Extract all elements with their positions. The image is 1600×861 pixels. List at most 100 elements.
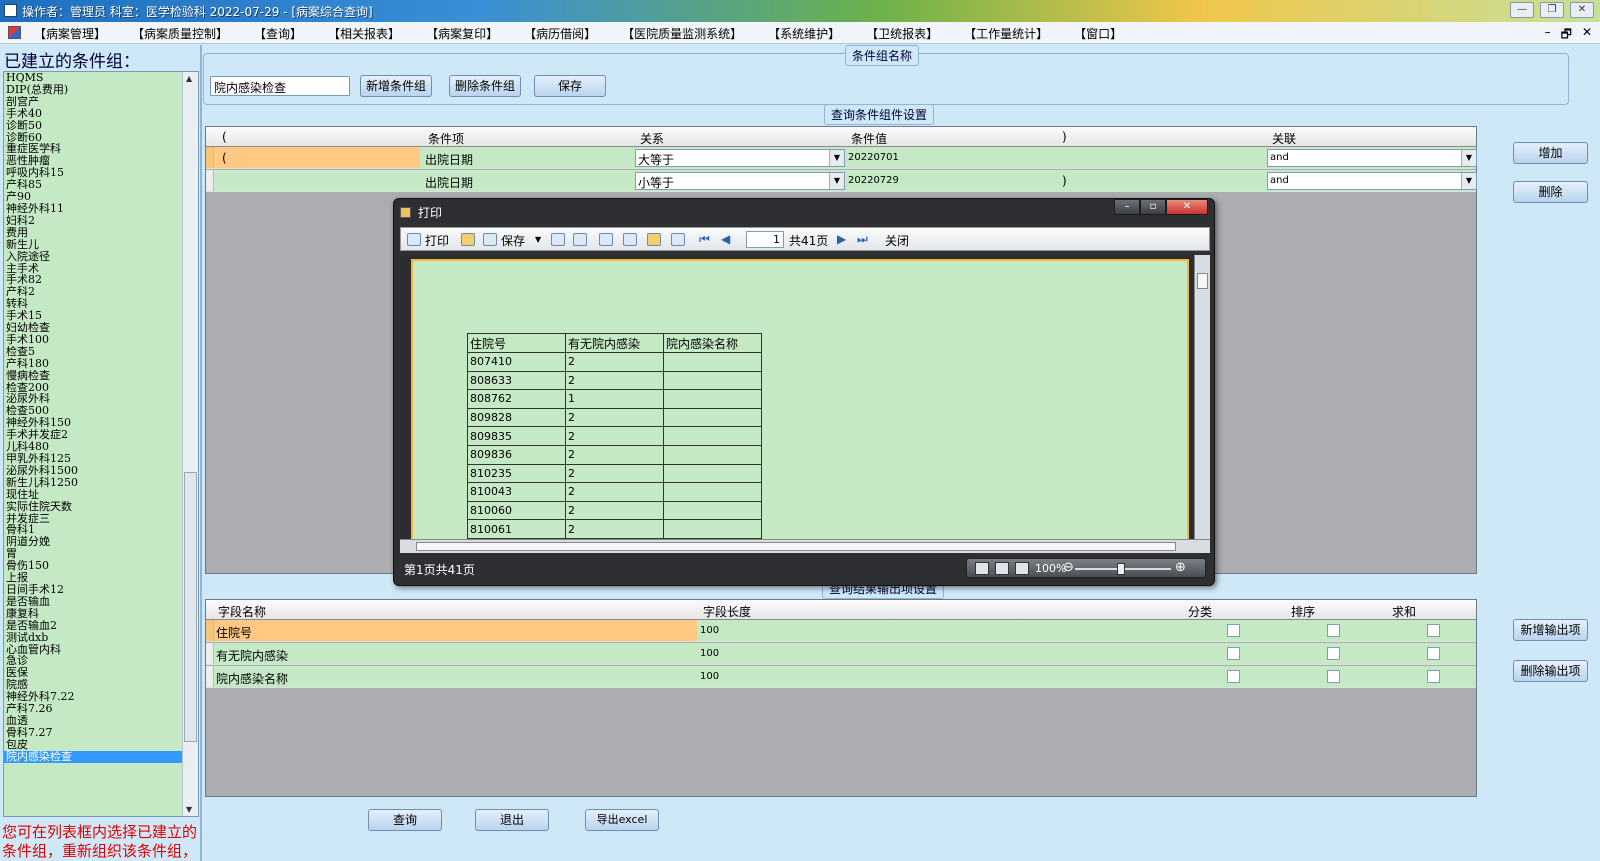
menu-item[interactable]: 【病历借阅】: [524, 25, 596, 42]
printer-icon[interactable]: [407, 233, 421, 246]
cell-condition-value[interactable]: 20220729: [848, 175, 899, 186]
list-item[interactable]: 泌尿外科: [4, 393, 182, 405]
list-item[interactable]: 主手术: [4, 263, 182, 275]
list-item[interactable]: 费用: [4, 227, 182, 239]
chevron-down-icon[interactable]: ▼: [829, 150, 844, 166]
category-checkbox[interactable]: [1227, 647, 1240, 660]
list-item[interactable]: 慢病检查: [4, 370, 182, 382]
list-item[interactable]: DIP(总费用): [4, 84, 182, 96]
cell-condition-item[interactable]: 出院日期: [425, 151, 473, 168]
list-item[interactable]: 包皮: [4, 739, 182, 751]
list-item[interactable]: 产科7.26: [4, 703, 182, 715]
query-button[interactable]: 查询: [368, 809, 442, 831]
mdi-minimize-button[interactable]: –: [1545, 25, 1551, 46]
list-item[interactable]: 手术40: [4, 108, 182, 120]
list-item[interactable]: 并发症三: [4, 513, 182, 525]
list-item[interactable]: 产90: [4, 191, 182, 203]
output-row[interactable]: 院内感染名称 100: [206, 666, 1476, 688]
page-number-input[interactable]: 1: [746, 231, 784, 248]
dialog-maximize-button[interactable]: ▫: [1140, 199, 1166, 215]
single-page-icon[interactable]: [599, 233, 613, 246]
cell-condition-value[interactable]: 20220701: [848, 152, 899, 163]
category-checkbox[interactable]: [1227, 624, 1240, 637]
list-item[interactable]: 心血管内科: [4, 644, 182, 656]
list-item[interactable]: 骨伤150: [4, 560, 182, 572]
list-item[interactable]: 院感: [4, 679, 182, 691]
list-item[interactable]: 神经外科150: [4, 417, 182, 429]
save-menu-button[interactable]: 保存: [501, 232, 525, 249]
list-item[interactable]: 骨科7.27: [4, 727, 182, 739]
mdi-close-button[interactable]: ✕: [1582, 25, 1592, 46]
delete-output-button[interactable]: 删除输出项: [1513, 660, 1588, 682]
output-grid[interactable]: 字段名称 字段长度 分类 排序 求和 住院号 100 有无院内感染 100 院内…: [205, 599, 1477, 797]
output-row[interactable]: 有无院内感染 100: [206, 643, 1476, 665]
page-setup-icon[interactable]: [671, 233, 685, 246]
list-item[interactable]: 甲乳外科125: [4, 453, 182, 465]
list-item[interactable]: 产科85: [4, 179, 182, 191]
zoom-out-icon[interactable]: ⊖: [1063, 560, 1074, 575]
save-icon[interactable]: [483, 233, 497, 246]
list-item[interactable]: 阴道分娩: [4, 536, 182, 548]
list-item[interactable]: 院内感染检查: [4, 750, 182, 763]
cell-field-name[interactable]: 有无院内感染: [216, 647, 288, 664]
list-item[interactable]: 手术并发症2: [4, 429, 182, 441]
cell-field-length[interactable]: 100: [700, 671, 719, 682]
list-item[interactable]: 检查5: [4, 346, 182, 358]
relation-select[interactable]: 大等于 ▼: [635, 149, 845, 167]
sort-checkbox[interactable]: [1327, 624, 1340, 637]
cell-condition-item[interactable]: 出院日期: [425, 174, 473, 191]
list-item[interactable]: HQMS: [4, 72, 182, 84]
chevron-down-icon[interactable]: ▼: [1461, 150, 1476, 166]
list-item[interactable]: 妇幼检查: [4, 322, 182, 334]
chevron-down-icon[interactable]: ▼: [1461, 173, 1476, 189]
zoom-slider-handle[interactable]: [1117, 563, 1125, 575]
multi-page-icon[interactable]: [1015, 562, 1029, 575]
cell-field-length[interactable]: 100: [700, 625, 719, 636]
preview-vscrollbar[interactable]: [1194, 255, 1210, 547]
list-item[interactable]: 骨科1: [4, 524, 182, 536]
sum-checkbox[interactable]: [1427, 624, 1440, 637]
list-item[interactable]: 泌尿外科1500: [4, 465, 182, 477]
output-row[interactable]: 住院号 100: [206, 620, 1476, 642]
menu-item[interactable]: 【医院质量监测系统】: [622, 25, 742, 42]
print-preview-area[interactable]: 住院号 有无院内感染 院内感染名称 807410 2 808633 2 808762 1 8…: [400, 255, 1210, 547]
list-item[interactable]: 检查500: [4, 405, 182, 417]
menu-item[interactable]: 【窗口】: [1074, 25, 1122, 42]
sum-checkbox[interactable]: [1427, 647, 1440, 660]
list-item[interactable]: 医保: [4, 667, 182, 679]
add-condition-button[interactable]: 增加: [1513, 142, 1588, 164]
cell-field-name[interactable]: 院内感染名称: [216, 670, 288, 687]
link-select[interactable]: and ▼: [1267, 172, 1477, 190]
cell-open-paren[interactable]: (: [222, 151, 227, 165]
list-item[interactable]: 日间手术12: [4, 584, 182, 596]
list-item[interactable]: 康复科: [4, 608, 182, 620]
list-item[interactable]: 胃: [4, 548, 182, 560]
list-item[interactable]: 诊断50: [4, 120, 182, 132]
category-checkbox[interactable]: [1227, 670, 1240, 683]
dialog-minimize-button[interactable]: –: [1114, 199, 1140, 215]
menu-item[interactable]: 【相关报表】: [328, 25, 400, 42]
list-item[interactable]: 呼吸内科15: [4, 167, 182, 179]
menu-item[interactable]: 【工作量统计】: [964, 25, 1048, 42]
list-item[interactable]: 实际住院天数: [4, 501, 182, 513]
scroll-up-icon[interactable]: ▲: [186, 74, 192, 83]
list-item[interactable]: 现住址: [4, 489, 182, 501]
find-icon[interactable]: [573, 233, 587, 246]
cell-close-paren[interactable]: ): [1062, 174, 1067, 188]
list-item[interactable]: 入院途径: [4, 251, 182, 263]
list-item[interactable]: 产科2: [4, 286, 182, 298]
condition-group-list[interactable]: HQMS DIP(总费用) 剖宫产 手术40 诊断50 诊断60 重症医学科 恶性肿瘤 呼吸内科…: [3, 71, 199, 817]
save-button[interactable]: 保存: [534, 75, 606, 97]
menu-item[interactable]: 【病案复印】: [426, 25, 498, 42]
next-page-icon[interactable]: ▶: [837, 232, 846, 246]
new-output-button[interactable]: 新增输出项: [1513, 619, 1588, 641]
list-item[interactable]: 急诊: [4, 655, 182, 667]
exit-button[interactable]: 退出: [475, 809, 549, 831]
menu-item[interactable]: 【系统维护】: [768, 25, 840, 42]
list-item[interactable]: 重症医学科: [4, 143, 182, 155]
list-item[interactable]: 是否输血2: [4, 620, 182, 632]
group-name-input[interactable]: 院内感染检查: [210, 76, 350, 96]
menu-item[interactable]: 【卫统报表】: [866, 25, 938, 42]
group-list-scrollbar[interactable]: ▲ ▼: [182, 72, 198, 816]
export-excel-button[interactable]: 导出excel: [585, 809, 659, 831]
